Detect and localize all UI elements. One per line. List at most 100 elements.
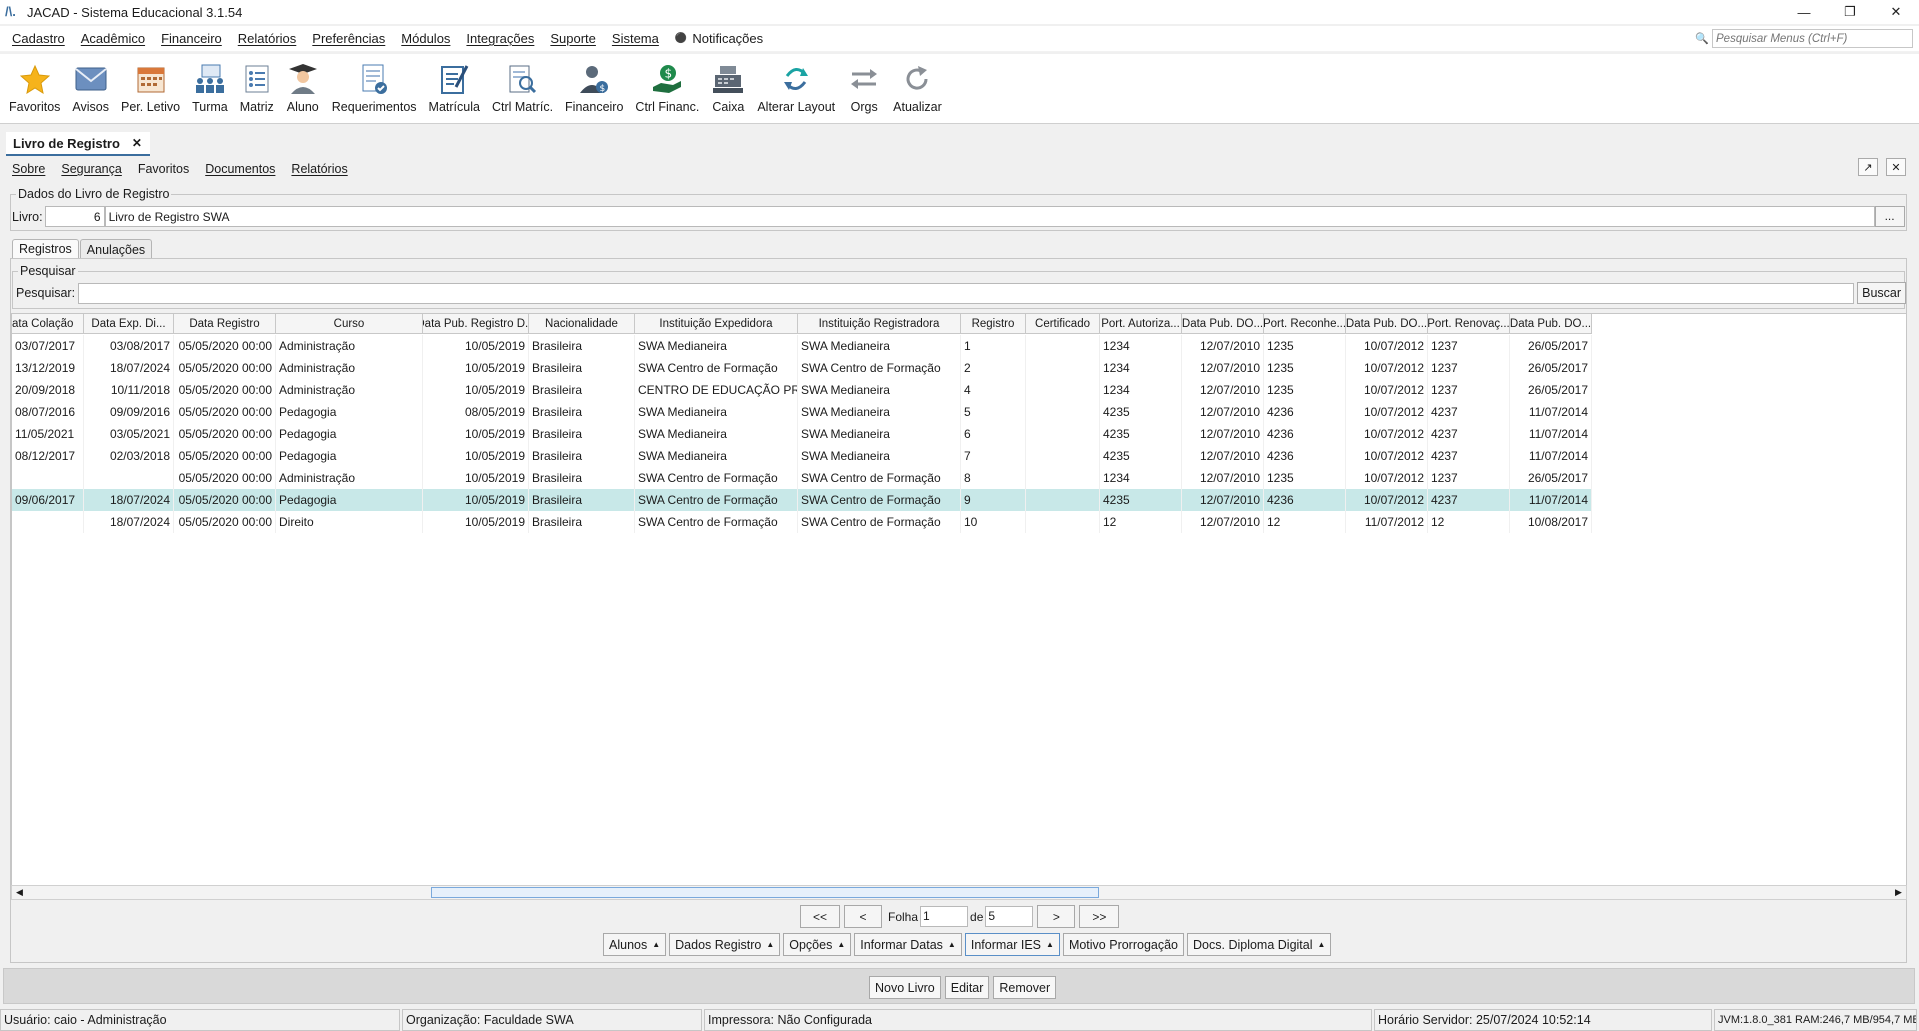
toolbar-matriz-button[interactable]: Matriz [235,54,279,114]
dados-registro-menu-button[interactable]: Dados Registro ▲ [669,933,781,956]
column-header[interactable]: Instituição Registradora [798,314,961,334]
submenu-seguranca[interactable]: Segurança [61,162,121,176]
table-row[interactable]: 05/05/2020 00:00 Administração 10/05/2019 B… [12,467,1592,489]
tab-anulacoes[interactable]: Anulações [79,239,153,259]
toolbar-turma-button[interactable]: Turma [187,54,233,114]
cash-register-icon [711,62,745,96]
table-row[interactable]: 03/07/2017 03/08/2017 05/05/2020 00:00 Admi… [12,335,1592,357]
column-header[interactable]: Registro [961,314,1026,334]
table-row[interactable]: 08/07/2016 09/09/2016 05/05/2020 00:00 Peda… [12,401,1592,423]
column-header[interactable]: Data Exp. Di... [84,314,174,334]
table-row[interactable]: 18/07/2024 05/05/2020 00:00 Direito 10/05/2… [12,511,1592,533]
table-cell: 1235 [1264,467,1346,489]
maximize-button[interactable]: ❐ [1827,0,1873,24]
toolbar-matricula-button[interactable]: Matrícula [424,54,485,114]
toolbar-favoritos-button[interactable]: Favoritos [4,54,65,114]
scroll-left-icon[interactable]: ◀ [12,886,27,899]
scroll-thumb[interactable] [431,887,1099,898]
toolbar-financeiro-button[interactable]: $ Financeiro [560,54,628,114]
table-cell: 26/05/2017 [1510,379,1592,401]
toolbar-per-letivo-button[interactable]: Per. Letivo [116,54,185,114]
caret-up-icon: ▲ [652,940,661,949]
toolbar-requerimentos-button[interactable]: Requerimentos [327,54,422,114]
scroll-right-icon[interactable]: ▶ [1891,886,1906,899]
tab-registros[interactable]: Registros [12,239,79,259]
toolbar-aluno-button[interactable]: Aluno [281,54,325,114]
table-cell: 9 [961,489,1026,511]
submenu-documentos[interactable]: Documentos [205,162,275,176]
editar-button[interactable]: Editar [944,976,990,999]
menu-sistema[interactable]: Sistema [612,31,659,46]
menu-cadastro[interactable]: Cadastro [12,31,65,46]
novo-livro-button[interactable]: Novo Livro [869,976,941,999]
menu-financeiro[interactable]: Financeiro [161,31,222,46]
column-header[interactable]: Nacionalidade [529,314,635,334]
column-header[interactable]: Data Pub. Registro D... [423,314,529,334]
search-icon: 🔍 [1695,33,1709,45]
table-row[interactable]: 13/12/2019 18/07/2024 05/05/2020 00:00 Admi… [12,357,1592,379]
tab-livro-de-registro[interactable]: Livro de Registro ✕ [6,132,150,156]
submenu-sobre[interactable]: Sobre [12,162,45,176]
table-row[interactable]: 20/09/2018 10/11/2018 05/05/2020 00:00 Admi… [12,379,1592,401]
toolbar-ctrl-financ-button[interactable]: $ Ctrl Financ. [630,54,704,114]
informar-ies-label: Informar IES [970,937,1042,952]
informar-datas-menu-button[interactable]: Informar Datas ▲ [854,933,962,956]
refresh-icon [900,62,934,96]
toolbar-orgs-button[interactable]: Orgs [842,54,886,114]
close-window-button[interactable]: ✕ [1873,0,1919,24]
toolbar-avisos-button[interactable]: Avisos [67,54,114,114]
remover-button[interactable]: Remover [993,976,1057,999]
prev-page-button[interactable]: < [844,905,882,928]
table-row[interactable]: 11/05/2021 03/05/2021 05/05/2020 00:00 Peda… [12,423,1592,445]
column-header[interactable]: Curso [276,314,423,334]
next-page-button[interactable]: > [1037,905,1076,928]
status-server-time: Horário Servidor: 25/07/2024 10:52:14 [1374,1009,1712,1031]
column-header[interactable]: Port. Reconhe... [1264,314,1346,334]
livro-name-field[interactable]: Livro de Registro SWA [104,206,1875,227]
submenu-relatorios[interactable]: Relatórios [291,162,347,176]
close-tab-icon[interactable]: ✕ [132,136,142,150]
menu-preferencias[interactable]: Preferências [312,31,385,46]
table-row[interactable]: 08/12/2017 02/03/2018 05/05/2020 00:00 Peda… [12,445,1592,467]
docs-diploma-digital-menu-button[interactable]: Docs. Diploma Digital ▲ [1187,933,1332,956]
menu-search-input[interactable] [1712,29,1913,48]
column-header[interactable]: Data Registro [174,314,276,334]
column-header[interactable]: Certificado [1026,314,1100,334]
table-row[interactable]: 09/06/2017 18/07/2024 05/05/2020 00:00 Peda… [12,489,1592,511]
first-page-button[interactable]: << [800,905,840,928]
opcoes-menu-button[interactable]: Opções ▲ [783,933,852,956]
horizontal-scrollbar[interactable]: ◀ ▶ [11,885,1907,900]
column-header[interactable]: Port. Autoriza... [1100,314,1182,334]
column-header[interactable]: ata Colação [12,314,84,334]
column-header[interactable]: Data Pub. DO... [1182,314,1264,334]
motivo-prorrogacao-button[interactable]: Motivo Prorrogação [1062,933,1185,956]
column-header[interactable]: Data Pub. DO... [1510,314,1592,334]
page-number-field[interactable]: 1 [920,906,969,927]
buscar-button[interactable]: Buscar [1857,282,1907,304]
column-header[interactable]: Data Pub. DO... [1346,314,1428,334]
menu-integracoes[interactable]: Integrações [466,31,534,46]
menu-suporte[interactable]: Suporte [550,31,596,46]
livro-number-field[interactable]: 6 [44,206,105,227]
search-input[interactable] [78,282,1855,304]
detach-window-icon[interactable]: ↗ [1858,158,1878,176]
column-header[interactable]: Port. Renovaç... [1428,314,1510,334]
close-document-icon[interactable]: ✕ [1886,158,1906,176]
table-cell: 10/07/2012 [1346,357,1428,379]
livro-browse-button[interactable]: ... [1874,206,1905,227]
toolbar-alterar-layout-button[interactable]: Alterar Layout [752,54,840,114]
toolbar-ctrl-matric-button[interactable]: Ctrl Matríc. [487,54,558,114]
submenu-favoritos[interactable]: Favoritos [138,162,189,176]
menu-notificacoes[interactable]: ⚫ Notificações [675,31,763,46]
last-page-button[interactable]: >> [1079,905,1120,928]
menu-relatorios[interactable]: Relatórios [238,31,297,46]
menu-modulos[interactable]: Módulos [401,31,450,46]
minimize-button[interactable]: — [1781,0,1827,24]
toolbar-caixa-button[interactable]: Caixa [706,54,750,114]
informar-ies-menu-button[interactable]: Informar IES ▲ [964,933,1060,956]
toolbar-atualizar-button[interactable]: Atualizar [888,54,947,114]
alunos-menu-button[interactable]: Alunos ▲ [603,933,667,956]
column-header[interactable]: Instituição Expedidora [635,314,798,334]
table-cell: 10/07/2012 [1346,335,1428,357]
menu-academico[interactable]: Acadêmico [81,31,145,46]
